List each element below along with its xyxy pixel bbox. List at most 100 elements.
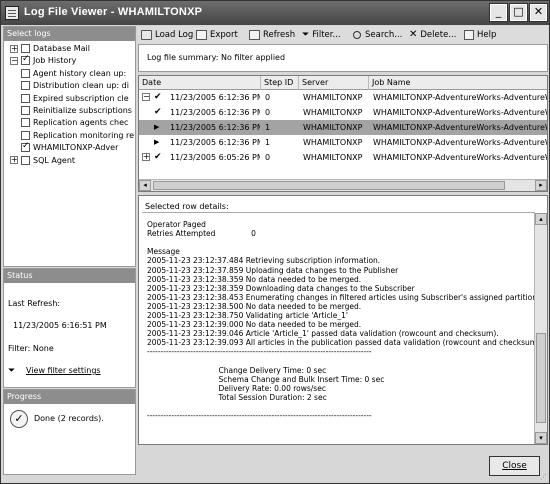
cell-server: WHAMILTONXP (303, 108, 363, 117)
close-button[interactable]: Close (489, 456, 540, 476)
progress-header: Progress (4, 390, 135, 404)
cell-step-id: 1 (265, 138, 271, 147)
expand-plus-icon[interactable]: + (142, 153, 150, 161)
delete-button[interactable]: ✕ Delete... (409, 28, 456, 42)
log-tree-item-label: Replication agents chec (33, 118, 129, 128)
progress-panel: Progress ✓ Done (2 records). (3, 389, 136, 475)
cell-date: 11/23/2005 6:12:36 PM (170, 108, 260, 117)
table-row[interactable]: + ✔ 11/23/2005 6:05:26 PM 0 WHAMILTONXP WHAMI… (139, 150, 547, 165)
log-checkbox[interactable] (21, 142, 30, 153)
details-text: Operator Paged Retries Attempted 0 Message… (143, 220, 535, 444)
table-row[interactable]: ✔ 11/23/2005 6:12:36 PM 0 WHAMILTONXP WHAMIL… (139, 105, 548, 120)
log-tree-item[interactable]: Replication monitoring re (21, 130, 135, 141)
detail-line: 2005-11-23 23:12:37.859 Uploading data c… (147, 265, 399, 275)
log-tree-item[interactable]: WHAMILTONXP-Adver (21, 142, 135, 153)
log-tree-item[interactable]: + SQL Agent (10, 155, 135, 166)
detail-line: Message (147, 247, 180, 257)
maximize-button[interactable]: □ (509, 3, 528, 22)
log-checkbox[interactable] (21, 93, 30, 103)
column-header-date[interactable]: Date (139, 76, 261, 90)
detail-line: Change Delivery Time: 0 sec (147, 365, 327, 375)
details-divider (142, 212, 535, 213)
expand-plus-icon[interactable]: + (10, 156, 18, 165)
job-step-run-icon: ▶ (154, 123, 160, 131)
table-row[interactable]: ▶ 11/23/2005 6:12:36 PM 1 WHAMILTONXP WHAMIL… (139, 120, 548, 135)
column-header-job-name[interactable]: Job Name (369, 76, 547, 90)
detail-line: 2005-11-23 23:12:38.359 No data needed t… (147, 274, 362, 284)
log-tree-item[interactable]: Expired subscription cle (21, 93, 135, 104)
folder-open-icon (141, 29, 152, 40)
log-tree-item[interactable]: Reinitialize subscriptions (21, 105, 135, 116)
log-file-summary: Log file summary: No filter applied (147, 53, 286, 62)
progress-status-text: Done (2 records). (34, 414, 104, 423)
scroll-right-arrow-icon[interactable]: ▸ (535, 180, 547, 191)
detail-line: ----------------------------------------… (147, 347, 372, 357)
scroll-down-arrow-icon[interactable]: ▾ (535, 432, 547, 444)
collapse-minus-icon[interactable]: − (142, 93, 150, 101)
title-bar[interactable]: Log File Viewer - WHAMILTONXP _ □ ✕ (1, 1, 549, 25)
log-tree-item[interactable]: Replication agents chec (21, 117, 135, 128)
log-checkbox[interactable] (21, 81, 30, 91)
log-checkbox[interactable] (21, 118, 30, 128)
log-tree-item-label: Database Mail (33, 44, 90, 53)
details-scroll-thumb[interactable] (536, 333, 546, 423)
status-header: Status (4, 269, 135, 283)
collapse-minus-icon[interactable]: − (10, 56, 18, 65)
detail-line: 2005-11-23 23:12:39.046 Article 'Article… (147, 329, 499, 339)
scroll-left-arrow-icon[interactable]: ◂ (139, 180, 151, 191)
log-checkbox[interactable] (21, 44, 30, 53)
log-tree: + Database Mail − Job History Agent history … (4, 41, 135, 266)
table-row[interactable]: − ✔ 11/23/2005 6:12:36 PM 0 WHAMILTONXP WHAMI… (139, 90, 548, 105)
column-header-server[interactable]: Server (299, 76, 369, 90)
success-check-icon: ✔ (154, 107, 162, 117)
column-header-step-id[interactable]: Step ID (261, 76, 299, 90)
refresh-button[interactable]: Refresh (249, 28, 295, 42)
search-button[interactable]: Search... (353, 28, 402, 42)
log-tree-item[interactable]: Distribution clean up: di (21, 80, 135, 91)
close-window-button[interactable]: ✕ (529, 3, 548, 22)
log-tree-item-label: Replication monitoring re (33, 130, 135, 140)
log-checkbox[interactable] (21, 130, 30, 140)
funnel-icon: ⏷ (302, 30, 310, 40)
cell-job-name: WHAMILTONXP-AdventureWorks-AdventureWo (373, 138, 548, 147)
log-tree-item[interactable]: − Job History (10, 55, 135, 66)
help-label: Help (477, 30, 497, 40)
details-vertical-scrollbar[interactable]: ▴ ▾ (534, 213, 547, 444)
cell-job-name: WHAMILTONXP-AdventureWorks-AdventureWo (373, 108, 548, 117)
export-button[interactable]: Export (196, 28, 238, 42)
select-logs-header: Select logs (4, 27, 135, 41)
help-button[interactable]: Help (464, 28, 496, 42)
details-panel: Selected row details: Operator Paged Retr… (138, 195, 548, 445)
log-tree-item-label: Job History (33, 56, 77, 66)
window-title: Log File Viewer - WHAMILTONXP (24, 6, 203, 18)
grid-horizontal-scroll-thumb[interactable] (153, 181, 505, 190)
grid-horizontal-scrollbar[interactable]: ◂ ▸ (139, 179, 547, 191)
log-tree-item[interactable]: + Database Mail (10, 43, 135, 54)
detail-line: Schema Change and Bulk Insert Time: 0 se… (147, 374, 385, 384)
job-step-run-icon: ▶ (154, 138, 160, 146)
detail-line: 2005-11-23 23:12:39.000 No data needed t… (147, 320, 362, 330)
load-log-label: Load Log (155, 30, 194, 40)
detail-line: 2005-11-23 23:12:38.750 Validating artic… (147, 311, 348, 320)
log-tree-item[interactable]: Agent history clean up: (21, 68, 135, 79)
detail-line: 2005-11-23 23:12:38.500 No data needed t… (147, 301, 362, 311)
cell-job-name: WHAMILTONXP-AdventureWorks-AdventureWo (373, 93, 548, 102)
load-log-button[interactable]: Load Log (141, 28, 193, 42)
cell-step-id: 0 (265, 93, 271, 102)
detail-line: 2005-11-23 23:12:39.093 All articles in … (147, 338, 535, 348)
cell-job-name: WHAMILTONXP-AdventureWorks-AdventureWo (373, 123, 548, 132)
resize-grip-icon[interactable]: ⋰ (540, 473, 547, 481)
filter-status: Filter: None (8, 344, 54, 353)
view-filter-settings-link[interactable]: View filter settings (26, 366, 101, 375)
log-grid: Date Step ID Server Job Name − ✔ 11/23/200… (138, 75, 548, 192)
scroll-up-arrow-icon[interactable]: ▴ (535, 213, 547, 225)
log-checkbox[interactable] (21, 55, 30, 66)
minimize-button[interactable]: _ (489, 3, 508, 22)
log-checkbox[interactable] (21, 68, 30, 78)
filter-button[interactable]: ⏷ Filter... (302, 28, 341, 42)
table-row[interactable]: ▶ 11/23/2005 6:12:36 PM 1 WHAMILTONXP WHAMIL… (139, 135, 548, 150)
delete-x-icon: ✕ (409, 29, 418, 40)
log-checkbox[interactable] (21, 106, 30, 115)
expand-plus-icon[interactable]: + (10, 44, 18, 53)
log-checkbox[interactable] (21, 155, 30, 165)
